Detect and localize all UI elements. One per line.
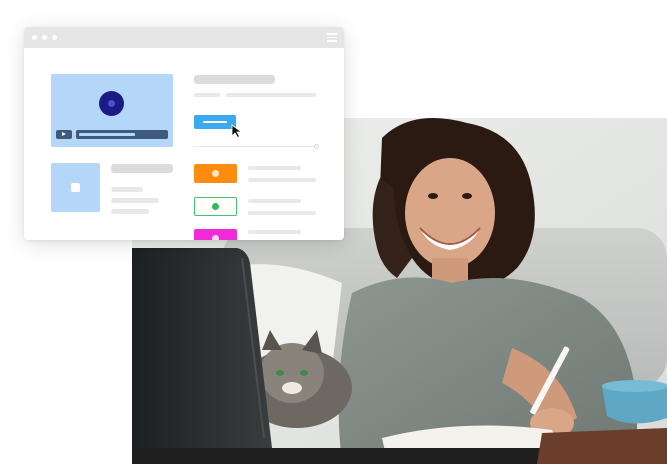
window-dot-icon <box>42 35 47 40</box>
placeholder-text-line <box>111 209 149 214</box>
placeholder-text-line <box>111 198 159 203</box>
video-disc-icon <box>99 91 124 116</box>
hamburger-menu-icon[interactable] <box>327 33 337 42</box>
placeholder-text-line <box>226 93 316 97</box>
cta-button[interactable] <box>194 115 236 129</box>
play-icon[interactable] <box>56 130 72 139</box>
placeholder-text-line <box>194 93 220 97</box>
placeholder-text-line <box>248 178 316 182</box>
divider-end-dot <box>314 144 319 149</box>
placeholder-text-line <box>248 211 316 215</box>
green-tag-button[interactable] <box>194 197 237 216</box>
window-dot-icon <box>52 35 57 40</box>
placeholder-title <box>194 75 275 84</box>
browser-window-mockup <box>24 27 344 240</box>
window-dot-icon <box>32 35 37 40</box>
hero-illustration <box>0 0 667 464</box>
video-progress-bar[interactable] <box>76 130 168 139</box>
video-progress-fill <box>79 133 135 136</box>
window-titlebar <box>24 27 344 48</box>
video-player[interactable] <box>51 74 173 147</box>
placeholder-text-line <box>111 187 143 192</box>
orange-tag-button[interactable] <box>194 164 237 183</box>
placeholder-heading <box>111 164 173 173</box>
image-thumbnail <box>51 163 100 212</box>
divider-line <box>194 146 316 147</box>
placeholder-text-line <box>248 230 301 234</box>
pink-tag-button[interactable] <box>194 229 237 240</box>
placeholder-text-line <box>248 199 301 203</box>
mouse-pointer-icon <box>231 124 243 138</box>
placeholder-text-line <box>248 166 301 170</box>
